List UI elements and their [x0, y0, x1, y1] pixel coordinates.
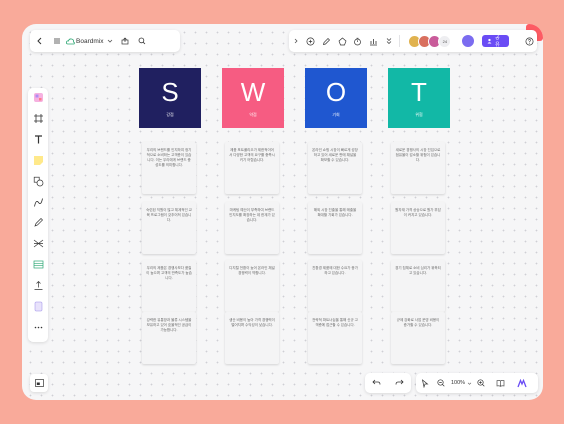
- sticky-note[interactable]: 숙련된 직원이 많고 체계적인 교육 프로그램이 갖추어져 있습니다.: [142, 202, 196, 254]
- zoom-level[interactable]: 100%: [451, 380, 465, 386]
- collaborator-avatars[interactable]: 24: [408, 34, 452, 48]
- zoom-bar: 100%: [416, 373, 538, 393]
- chevron-down-icon[interactable]: [106, 38, 114, 44]
- frame-icon[interactable]: [31, 113, 45, 125]
- more-icon[interactable]: [382, 37, 396, 45]
- redo-icon[interactable]: [395, 374, 404, 392]
- book-icon[interactable]: [488, 379, 512, 387]
- sticky-note[interactable]: 우리의 제품은 경쟁사보다 품질이 높으며 고객의 만족도가 높습니다.: [142, 260, 196, 312]
- sticky-note[interactable]: 친환경 제품에 대한 수요가 증가하고 있습니다.: [308, 260, 362, 312]
- upload-icon[interactable]: [31, 279, 45, 291]
- sticky-note[interactable]: 해외 시장 진출을 통해 매출을 확대할 기회가 있습니다.: [308, 202, 362, 254]
- menu-icon[interactable]: [50, 37, 64, 45]
- sticky-note[interactable]: 경기 침체로 소비 심리가 위축되고 있습니다.: [391, 260, 445, 312]
- app-window: Boardmix 24 공유 S 강점 W 약점 O 기회 T 위협 우리의 브…: [22, 24, 543, 400]
- minimap-icon: [34, 379, 44, 387]
- upload-icon[interactable]: [116, 37, 134, 45]
- swot-letter: S: [161, 77, 179, 107]
- share-label: 공유: [495, 35, 500, 48]
- swot-header-o[interactable]: O 기회: [305, 68, 367, 128]
- text-icon[interactable]: [31, 134, 45, 146]
- templates-icon[interactable]: [31, 92, 45, 104]
- swot-label: 위협: [415, 112, 423, 117]
- ai-assistant-icon[interactable]: [512, 378, 532, 388]
- shapes-icon[interactable]: [334, 37, 350, 46]
- divider: [399, 35, 401, 47]
- swot-header-w[interactable]: W 약점: [222, 68, 284, 128]
- add-icon[interactable]: [303, 37, 319, 46]
- chevron-down-icon[interactable]: [465, 381, 474, 386]
- swot-header-s[interactable]: S 강점: [139, 68, 201, 128]
- search-icon[interactable]: [134, 37, 150, 45]
- swot-letter: T: [411, 77, 427, 107]
- more-icon[interactable]: [31, 321, 45, 333]
- zoom-out-icon[interactable]: [434, 379, 448, 387]
- swot-letter: O: [325, 77, 347, 107]
- swot-label: 강점: [166, 112, 174, 117]
- sticky-note[interactable]: 새로운 경쟁사의 시장 진입으로 점유율이 감소할 위험이 있습니다.: [391, 142, 445, 194]
- sticky-note[interactable]: 마케팅 예산이 부족하여 브랜드 인지도를 확장하는 데 한계가 있습니다.: [225, 202, 279, 254]
- timer-icon[interactable]: [350, 37, 366, 46]
- swot-label: 기회: [332, 112, 340, 117]
- avatar-count: 24: [438, 34, 452, 48]
- expand-toolbar-icon[interactable]: [289, 38, 303, 44]
- left-toolbar: [28, 88, 48, 342]
- table-icon[interactable]: [31, 259, 45, 271]
- topbar-left: Boardmix: [30, 30, 180, 52]
- sticky-note[interactable]: 강력한 유통망과 물류 시스템을 보유하고 있어 효율적인 공급이 가능합니다.: [142, 312, 196, 364]
- pen-icon[interactable]: [319, 37, 335, 46]
- user-add-icon: [487, 38, 492, 44]
- mindmap-icon[interactable]: [31, 238, 45, 250]
- minimap-button[interactable]: [30, 374, 48, 392]
- user-avatar[interactable]: [461, 34, 476, 48]
- sticky-note[interactable]: 규제 강화로 사업 운영 비용이 증가할 수 있습니다.: [391, 312, 445, 364]
- sticky-note[interactable]: 디지털 전환이 늦어 온라인 채널 경쟁력이 약합니다.: [225, 260, 279, 312]
- sticky-note-icon[interactable]: [31, 154, 45, 166]
- swot-label: 약점: [249, 112, 257, 117]
- share-button[interactable]: 공유: [482, 35, 510, 48]
- sticky-note[interactable]: 온라인 쇼핑 시장이 빠르게 성장하고 있어 새로운 판매 채널을 확보할 수 …: [308, 142, 362, 194]
- undo-icon[interactable]: [372, 374, 381, 392]
- select-icon[interactable]: [416, 378, 434, 388]
- help-icon[interactable]: [521, 37, 537, 46]
- app-title[interactable]: Boardmix: [76, 38, 103, 45]
- document-icon[interactable]: [31, 300, 45, 312]
- shapes-icon[interactable]: [31, 175, 45, 187]
- sticky-note[interactable]: 원자재 가격 상승으로 원가 부담이 커지고 있습니다.: [391, 202, 445, 254]
- topbar-right: 24 공유: [289, 30, 537, 52]
- swot-letter: W: [240, 77, 266, 107]
- sticky-note[interactable]: 제품 포트폴리오가 제한적이어서 다양한 고객의 요구를 충족시키기 어렵습니다…: [225, 142, 279, 194]
- history-bar: [365, 373, 411, 393]
- zoom-in-icon[interactable]: [474, 379, 488, 387]
- back-icon[interactable]: [30, 37, 50, 45]
- sticky-note[interactable]: 전략적 파트너십을 통해 신규 고객층에 접근할 수 있습니다.: [308, 312, 362, 364]
- pen-icon[interactable]: [31, 217, 45, 229]
- cloud-logo-icon: [64, 38, 76, 45]
- sticky-note[interactable]: 생산 비용이 높아 가격 경쟁력이 떨어지며 수익성이 낮습니다.: [225, 312, 279, 364]
- vote-icon[interactable]: [366, 37, 382, 46]
- swot-header-t[interactable]: T 위협: [388, 68, 450, 128]
- connector-icon[interactable]: [31, 196, 45, 208]
- sticky-note[interactable]: 우리의 브랜드를 인지하여 정기적으로 소비하는 고객층이 있습니다. 이는 우…: [142, 142, 196, 194]
